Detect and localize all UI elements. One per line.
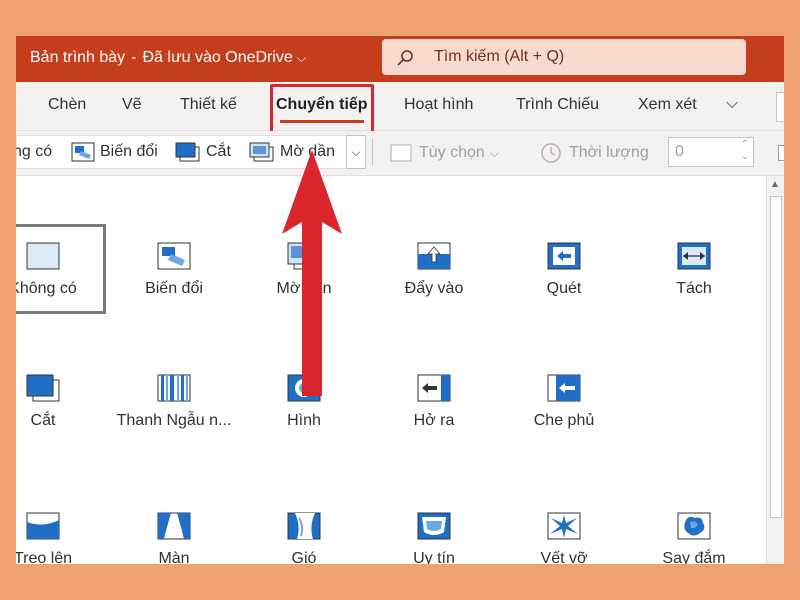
transition-cover[interactable]: Che phủ — [499, 374, 629, 430]
gallery-more-chevron-icon[interactable]: ⌵ — [346, 135, 366, 169]
tab-draw[interactable]: Vẽ — [122, 96, 142, 114]
powerpoint-window: Bản trình bày - Đã lưu vào OneDrive ⌵ Tìm k… — [16, 36, 784, 564]
toolbar-divider — [372, 139, 373, 165]
transition-cut[interactable]: Cắt — [16, 374, 108, 430]
title-bar: Bản trình bày - Đã lưu vào OneDrive ⌵ Tìm k… — [16, 36, 784, 82]
effect-options-label: Tùy chọn — [419, 144, 485, 161]
shatter-transition-icon — [547, 512, 581, 540]
random-bars-transition-icon — [157, 374, 191, 402]
scroll-up-icon[interactable]: ▲ — [770, 179, 780, 190]
transition-none[interactable]: Không có — [16, 242, 108, 298]
split-transition-icon — [677, 242, 711, 270]
transition-split[interactable]: Tách — [629, 242, 759, 298]
transition-wind[interactable]: Gió — [239, 512, 369, 564]
transition-label: Quét — [546, 280, 582, 297]
tab-slide-show[interactable]: Trình Chiếu — [516, 96, 599, 114]
transition-prestige[interactable]: Uy tín — [369, 512, 499, 564]
search-icon — [397, 50, 413, 66]
document-title[interactable]: Bản trình bày - Đã lưu vào OneDrive ⌵ — [30, 49, 306, 67]
annotation-arrow-icon — [282, 150, 342, 396]
duration-value: 0 — [675, 143, 684, 160]
crush-transition-icon — [677, 512, 711, 540]
wind-transition-icon — [287, 512, 321, 540]
tab-design[interactable]: Thiết kế — [180, 96, 237, 114]
transition-label: Treo lên — [16, 550, 73, 564]
transition-label: Vết vỡ — [540, 550, 588, 564]
transition-label: Hình — [287, 412, 321, 429]
transition-push[interactable]: Đẩy vào — [369, 242, 499, 298]
effect-options-icon — [390, 144, 412, 162]
uncover-transition-icon — [417, 374, 451, 402]
save-status: Đã lưu vào OneDrive — [142, 49, 293, 66]
transition-label: Biến đổi — [145, 280, 203, 297]
duration-stepper-icon[interactable]: ⌃ ⌄ — [741, 139, 749, 163]
ribbon-tabs: Chèn Vẽ Thiết kế Chuyển tiếp Hoạt hình T… — [16, 82, 784, 131]
chevron-down-icon[interactable]: ⌵ — [297, 51, 306, 66]
transition-label: Uy tín — [413, 550, 455, 564]
ribbon-toolbar: ng có Biến đổi Cắt Mờ dần ⌵ Tùy chọn ⌵ T… — [16, 131, 784, 176]
gallery-scrollbar[interactable]: ▲ — [766, 176, 784, 564]
gallery-none-label: ng có — [16, 143, 53, 160]
ribbon-edge-control[interactable] — [776, 92, 784, 122]
transition-label: Say đắm — [662, 550, 726, 564]
effect-options-button[interactable]: Tùy chọn ⌵ — [390, 137, 499, 169]
transition-label: Không có — [16, 280, 77, 297]
transition-label: Tách — [676, 280, 712, 297]
gallery-cut-label: Cắt — [206, 143, 231, 160]
morph-transition-icon — [157, 242, 191, 270]
transition-crush[interactable]: Say đắm — [629, 512, 759, 564]
cut-transition-icon — [26, 374, 60, 402]
tab-insert[interactable]: Chèn — [48, 96, 86, 114]
document-name: Bản trình bày — [30, 49, 126, 66]
transition-gallery: Không có Biến đổi Mờ dần Đẩy — [16, 176, 766, 564]
duration-input[interactable]: 0 ⌃ ⌄ — [668, 137, 754, 167]
transition-wipe[interactable]: Quét — [499, 242, 629, 298]
transition-uncover[interactable]: Hở ra — [369, 374, 499, 430]
search-box[interactable]: Tìm kiếm (Alt + Q) — [382, 39, 746, 75]
transition-curtains[interactable]: Màn — [109, 512, 239, 564]
transition-label: Che phủ — [533, 412, 595, 429]
wipe-transition-icon — [547, 242, 581, 270]
transition-label: Cắt — [30, 412, 56, 429]
transition-curtain-up[interactable]: Treo lên — [16, 512, 108, 564]
drape-transition-icon — [26, 512, 60, 540]
clock-icon — [541, 143, 561, 163]
prestige-transition-icon — [417, 512, 451, 540]
curtains-transition-icon — [157, 512, 191, 540]
morph-icon — [71, 142, 95, 162]
scrollbar-thumb[interactable] — [770, 196, 782, 518]
none-transition-icon — [26, 242, 60, 270]
apply-to-all-icon[interactable] — [778, 145, 784, 161]
transition-label: Màn — [158, 550, 190, 564]
tab-animations[interactable]: Hoạt hình — [404, 96, 473, 114]
gallery-none-button[interactable]: ng có — [16, 136, 52, 168]
search-placeholder: Tìm kiếm (Alt + Q) — [434, 48, 565, 65]
transition-label: Thanh Ngẫu n... — [116, 412, 232, 429]
annotation-highlight-box — [270, 84, 374, 134]
transition-label: Đẩy vào — [404, 280, 464, 297]
fade-icon — [249, 142, 274, 162]
tab-review[interactable]: Xem xét — [638, 96, 697, 114]
effect-options-chevron-icon: ⌵ — [489, 145, 499, 160]
transition-label: Gió — [291, 550, 317, 564]
duration-control: Thời lượng — [540, 137, 649, 169]
transition-random-bars[interactable]: Thanh Ngẫu n... — [109, 374, 239, 430]
transition-label: Hở ra — [413, 412, 455, 429]
duration-label: Thời lượng — [569, 144, 649, 161]
transition-shatter[interactable]: Vết vỡ — [499, 512, 629, 564]
cover-transition-icon — [547, 374, 581, 402]
transition-morph[interactable]: Biến đổi — [109, 242, 239, 298]
gallery-cut-button[interactable]: Cắt — [175, 136, 231, 168]
cut-icon — [175, 142, 200, 162]
gallery-morph-button[interactable]: Biến đổi — [71, 136, 158, 168]
push-transition-icon — [417, 242, 451, 270]
title-separator: - — [131, 49, 137, 66]
gallery-morph-label: Biến đổi — [100, 143, 158, 160]
more-tabs-chevron-icon[interactable]: ⌵ — [726, 95, 738, 113]
